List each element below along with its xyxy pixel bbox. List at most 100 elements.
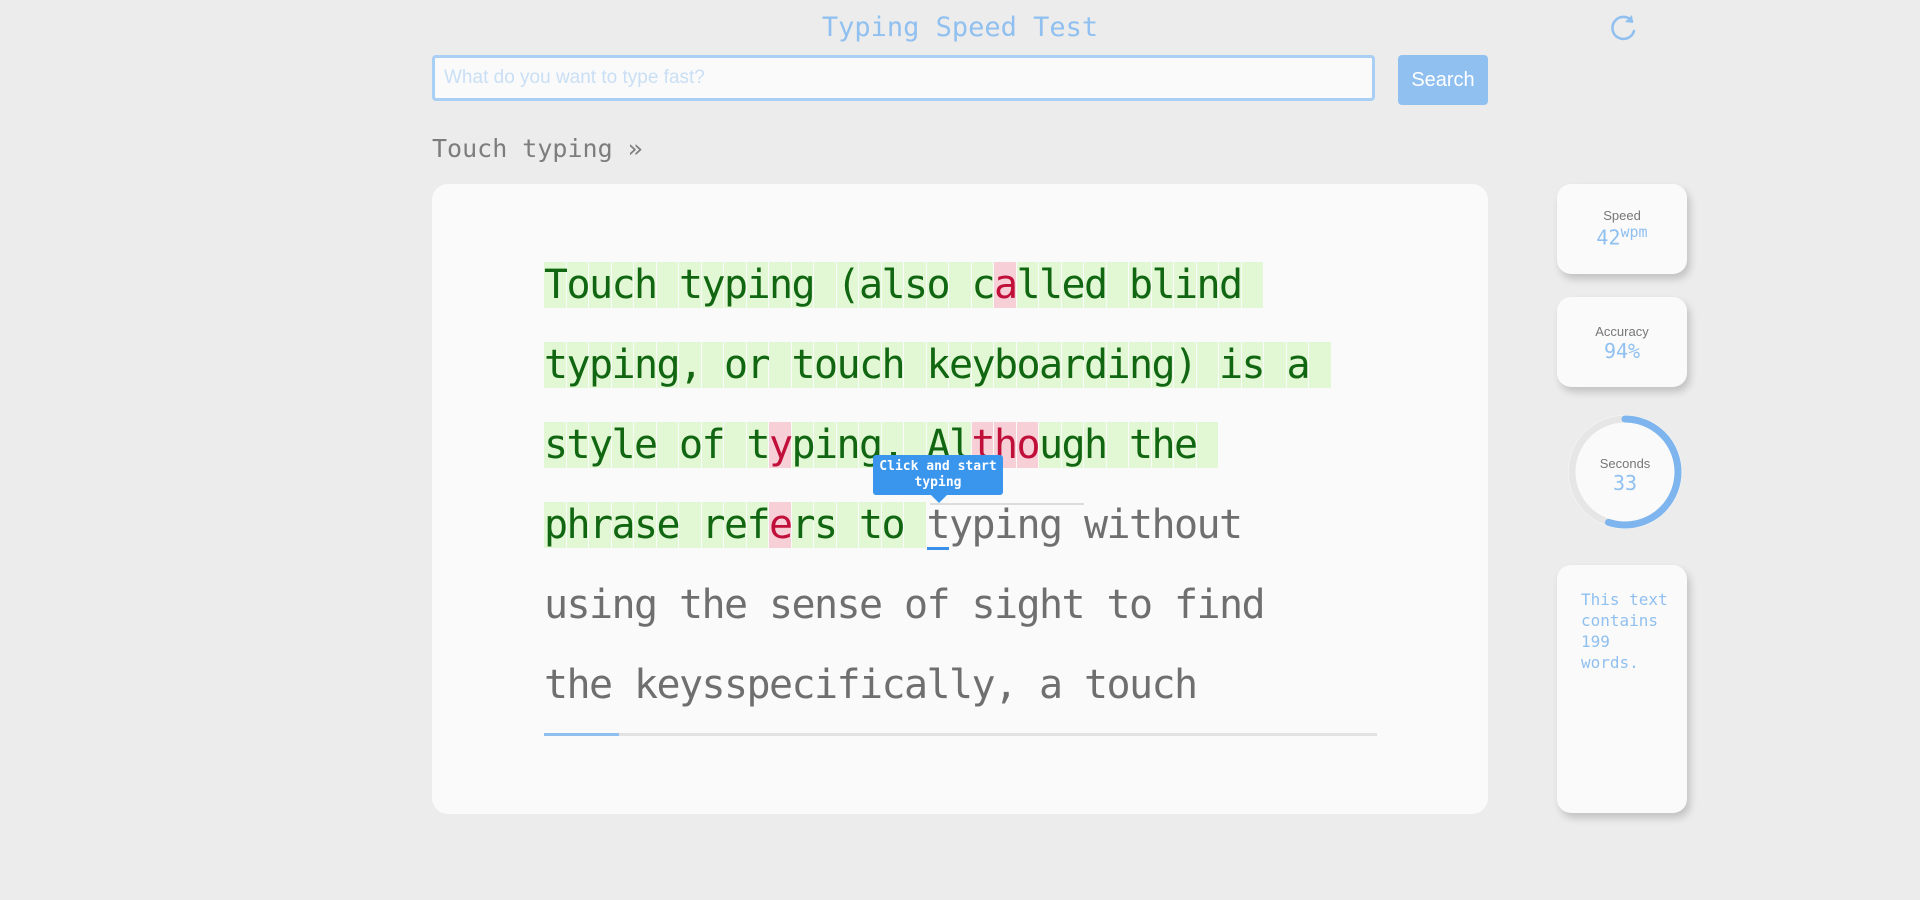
text-char: a	[611, 502, 636, 548]
text-char: e	[724, 582, 749, 628]
text-char	[1152, 582, 1175, 628]
text-char: l	[1151, 262, 1176, 308]
text-char	[1309, 342, 1332, 388]
breadcrumb[interactable]: Touch typing »	[432, 134, 643, 163]
text-char: t	[1129, 422, 1154, 468]
reload-icon[interactable]	[1605, 10, 1641, 46]
text-char: s	[1241, 342, 1266, 388]
search-button[interactable]: Search	[1398, 55, 1488, 105]
text-char	[904, 342, 927, 388]
text-char: p	[971, 502, 996, 548]
text-char: i	[1174, 262, 1199, 308]
text-char: i	[1106, 342, 1131, 388]
text-char	[949, 262, 972, 308]
text-char: h	[701, 582, 726, 628]
text-char: u	[1039, 422, 1064, 468]
text-char: n	[1016, 502, 1041, 548]
text-char: h	[566, 662, 591, 708]
text-char	[1196, 342, 1219, 388]
text-char: ,	[994, 662, 1019, 708]
text-char: c	[611, 262, 636, 308]
text-char: b	[1129, 262, 1154, 308]
text-char: s	[634, 502, 659, 548]
text-char: t	[566, 422, 591, 468]
text-char: o	[1106, 662, 1131, 708]
text-char: n	[634, 342, 659, 388]
text-char: u	[836, 342, 861, 388]
text-char: t	[1129, 502, 1154, 548]
text-char: f	[701, 422, 726, 468]
text-char: n	[836, 422, 861, 468]
text-char	[1241, 262, 1264, 308]
text-char: a	[1039, 662, 1064, 708]
tooltip-line-1: Click and start	[879, 459, 997, 474]
text-char: i	[1196, 582, 1221, 628]
text-char	[1084, 582, 1107, 628]
typing-text[interactable]: Touch typing (a l s o called blind typing, …	[544, 262, 1384, 742]
text-line: phrase refers to typing without	[544, 502, 1384, 582]
text-char	[904, 502, 927, 548]
text-char	[1106, 422, 1129, 468]
text-char: o	[1016, 342, 1041, 388]
text-char: o	[1174, 502, 1199, 548]
text-char: s	[904, 262, 929, 308]
text-char: p	[589, 342, 614, 388]
text-char: l	[1039, 262, 1064, 308]
text-char: i	[1106, 502, 1131, 548]
text-char: r	[701, 502, 726, 548]
text-char: e	[1061, 262, 1086, 308]
text-char: t	[544, 342, 569, 388]
text-char: e	[656, 502, 681, 548]
text-char: s	[566, 582, 591, 628]
text-char: s	[544, 422, 569, 468]
text-char	[1062, 662, 1085, 708]
text-char: s	[971, 582, 996, 628]
text-char: r	[589, 502, 614, 548]
text-char: c	[791, 662, 816, 708]
seconds-value: 33	[1612, 471, 1638, 495]
text-char: l	[881, 262, 906, 308]
text-char: r	[791, 502, 816, 548]
text-char: e	[589, 662, 614, 708]
text-char: h	[1174, 662, 1199, 708]
text-char: c	[859, 342, 884, 388]
text-char: h	[566, 502, 591, 548]
text-char: h	[1039, 582, 1064, 628]
text-char: h	[881, 342, 906, 388]
text-char: y	[949, 502, 974, 548]
text-char	[814, 262, 837, 308]
text-char: t	[679, 262, 704, 308]
text-char: g	[1039, 502, 1064, 548]
speed-label: Speed	[1603, 208, 1641, 223]
text-char: c	[1151, 662, 1176, 708]
search-input[interactable]	[432, 55, 1375, 101]
text-char: a	[1286, 342, 1311, 388]
text-char	[1106, 262, 1129, 308]
text-char: y	[769, 422, 794, 468]
text-char: o	[1129, 582, 1154, 628]
text-char: t	[859, 502, 884, 548]
text-line: Touch typing (a l s o called blind	[544, 262, 1384, 342]
text-char: i	[589, 582, 614, 628]
text-char: k	[926, 342, 951, 388]
progress-track	[544, 733, 1377, 736]
progress-fill	[544, 733, 619, 736]
text-char: a	[1039, 342, 1064, 388]
text-char: p	[746, 662, 771, 708]
text-char: y	[701, 262, 726, 308]
text-char: u	[1129, 662, 1154, 708]
speed-value: 42wpm	[1557, 223, 1687, 250]
text-char: s	[769, 582, 794, 628]
text-char: f	[926, 582, 951, 628]
text-char: s	[836, 582, 861, 628]
tooltip-line-2: typing	[914, 475, 962, 490]
text-char: e	[724, 502, 749, 548]
info-card: This text contains 199 words.	[1557, 565, 1687, 813]
text-char: g	[1061, 422, 1086, 468]
text-char: r	[1061, 342, 1086, 388]
text-char: g	[791, 262, 816, 308]
text-char: e	[656, 662, 681, 708]
text-line: typing, or touch k e y b o a r d i n g) is a	[544, 342, 1384, 422]
text-char: g	[1151, 342, 1176, 388]
text-char: y	[679, 662, 704, 708]
